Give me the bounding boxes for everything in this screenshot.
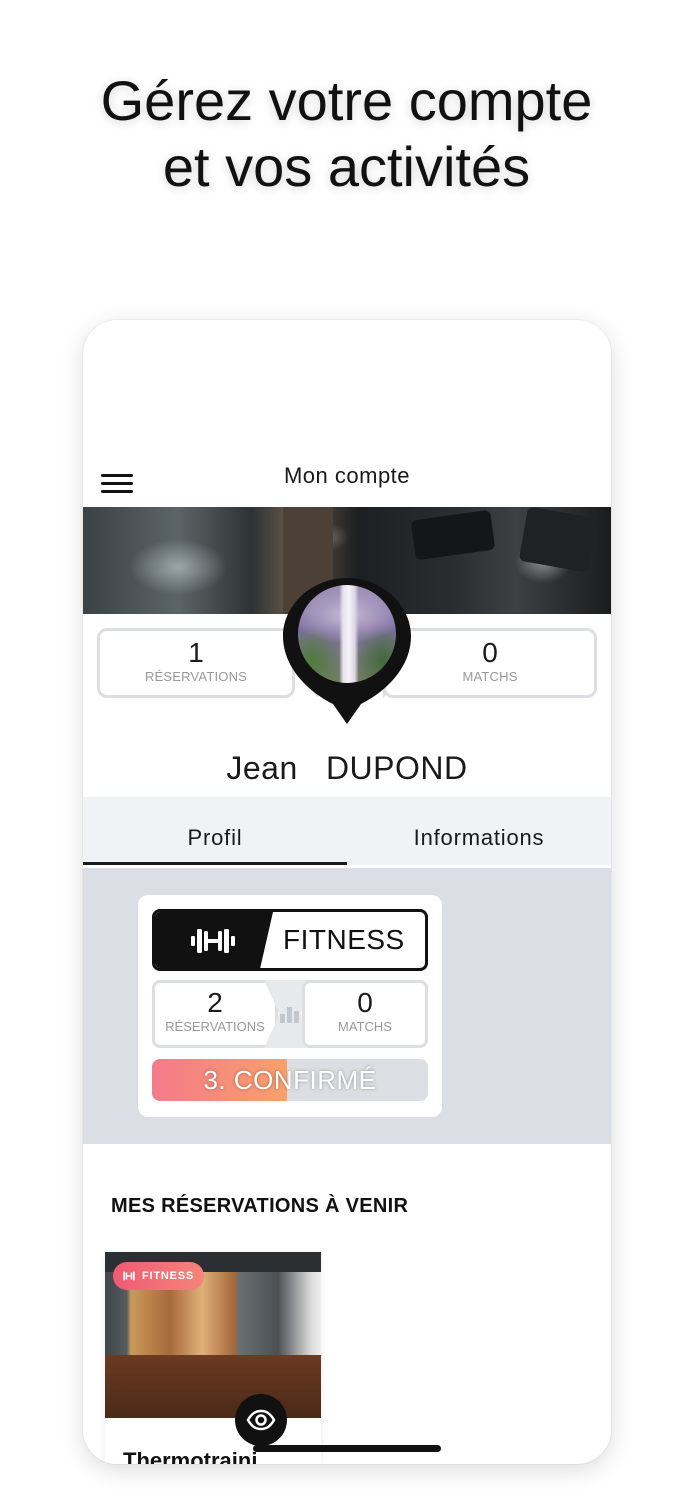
profile-name: Jean DUPOND — [83, 750, 611, 787]
tab-informations[interactable]: Informations — [347, 797, 611, 865]
home-indicator[interactable] — [253, 1445, 441, 1452]
sport-reservations-label: RÉSERVATIONS — [165, 1019, 265, 1034]
sport-name: FITNESS — [283, 924, 405, 955]
matchs-stat: 0 MATCHS — [383, 628, 597, 698]
sport-matchs-stat: 0 MATCHS — [302, 980, 428, 1048]
dumbbell-icon — [123, 1271, 135, 1281]
page-title: Mon compte — [283, 463, 411, 488]
phone-screen: Mon compte 1 RÉSERVATIONS 0 MATCHS Jean … — [83, 320, 611, 1464]
eye-icon — [246, 1409, 276, 1431]
sports-panel: FITNESS 2 RÉSERVATIONS 0 MATCHS 3. CONFI… — [83, 868, 611, 1144]
headline-line-1: Gérez votre compte — [100, 69, 593, 132]
sport-reservations-count: 2 — [207, 987, 223, 1018]
last-name: DUPOND — [325, 750, 468, 786]
avatar[interactable] — [281, 576, 413, 728]
reservation-sport-badge: FITNESS — [113, 1262, 205, 1290]
first-name: Jean — [226, 750, 298, 786]
sport-reservations-stat: 2 RÉSERVATIONS — [152, 980, 278, 1048]
sport-matchs-count: 0 — [357, 987, 373, 1018]
rank-label: 3. CONFIRMÉ — [203, 1065, 377, 1095]
tab-profil[interactable]: Profil — [83, 797, 347, 865]
app-top-bar: Mon compte — [83, 458, 611, 508]
matchs-count: 0 — [482, 637, 498, 668]
reservations-label: RÉSERVATIONS — [144, 669, 248, 684]
upcoming-reservations-title: MES RÉSERVATIONS À VENIR — [111, 1195, 409, 1217]
sport-card-fitness[interactable]: FITNESS 2 RÉSERVATIONS 0 MATCHS 3. CONFI… — [138, 895, 442, 1117]
reservations-count: 1 — [188, 637, 204, 668]
reservations-stat: 1 RÉSERVATIONS — [97, 628, 295, 698]
promo-headline: Gérez votre compte et vos activités — [0, 68, 693, 200]
reservation-card[interactable]: FITNESS — [105, 1252, 321, 1464]
matchs-label: MATCHS — [462, 669, 518, 684]
headline-line-2: et vos activités — [162, 135, 531, 198]
profile-tabs: Profil Informations — [83, 797, 611, 865]
view-reservation-button[interactable] — [235, 1394, 287, 1446]
rank-progress-bar: 3. CONFIRMÉ — [152, 1059, 428, 1101]
reservation-badge-label: FITNESS — [142, 1270, 195, 1282]
sport-header: FITNESS — [152, 909, 428, 971]
sport-matchs-label: MATCHS — [338, 1019, 392, 1034]
dumbbell-icon — [191, 929, 235, 953]
bar-chart-icon — [280, 1007, 300, 1023]
avatar-photo — [298, 585, 396, 683]
